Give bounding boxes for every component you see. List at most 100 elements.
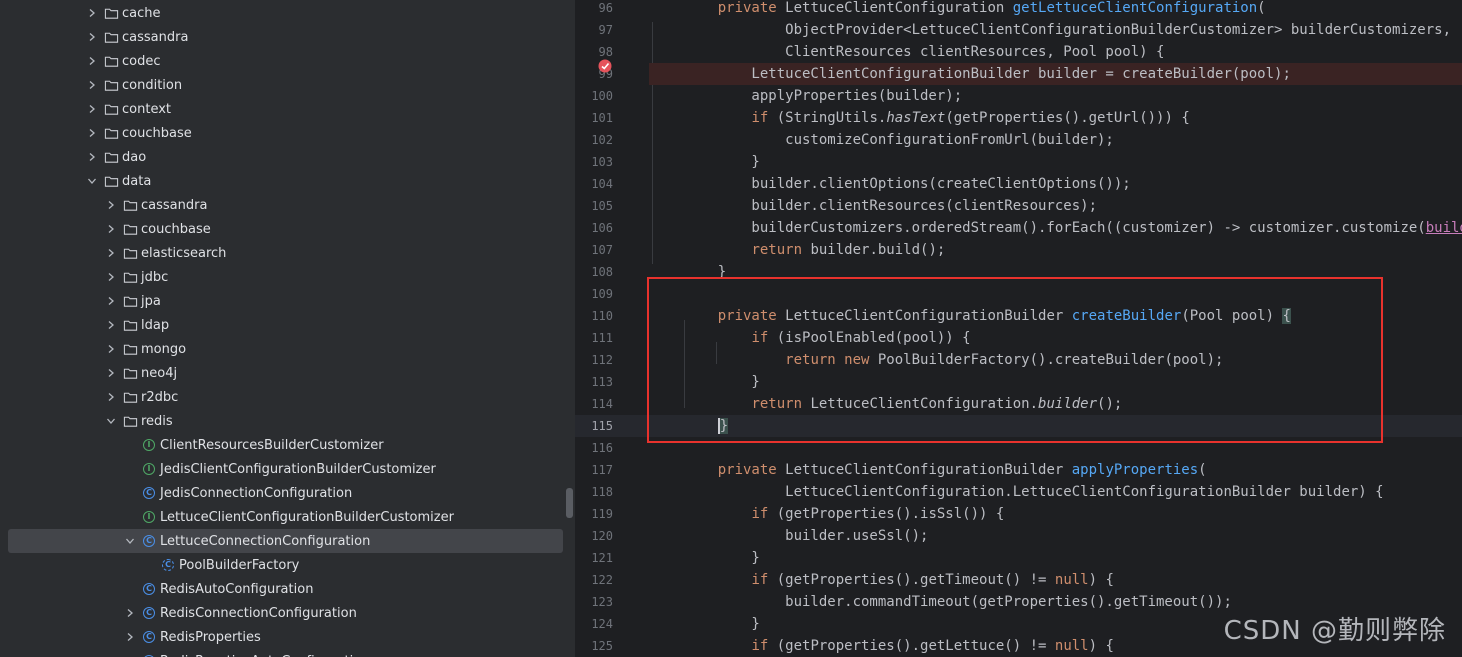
- tree-item-lettuceclientconfigurationbuildercustomizer[interactable]: I LettuceClientConfigurationBuilderCustom…: [0, 505, 575, 529]
- chevron-down-icon[interactable]: [84, 173, 100, 189]
- tree-item-cassandra[interactable]: cassandra: [0, 25, 575, 49]
- code-editor[interactable]: 96 private LettuceClientConfiguration ge…: [575, 0, 1462, 657]
- code-line-98[interactable]: 98 ClientResources clientResources, Pool…: [575, 41, 1462, 63]
- line-number: 102: [591, 133, 613, 147]
- watermark: CSDN @勤则弊除: [1223, 616, 1446, 646]
- tree-item-neo4j[interactable]: neo4j: [0, 361, 575, 385]
- chevron-right-icon[interactable]: [84, 53, 100, 69]
- code-line-103[interactable]: 103 }: [575, 151, 1462, 173]
- code-line-100[interactable]: 100 applyProperties(builder);: [575, 85, 1462, 107]
- project-tree[interactable]: cache cassandra codec condition context couch…: [0, 0, 575, 657]
- chevron-right-icon[interactable]: [122, 605, 138, 621]
- code-line-119[interactable]: 119 if (getProperties().isSsl()) {: [575, 503, 1462, 525]
- chevron-right-icon[interactable]: [84, 77, 100, 93]
- line-number: 125: [591, 639, 613, 653]
- folder-icon: [122, 317, 138, 333]
- tree-item-poolbuilderfactory[interactable]: C PoolBuilderFactory: [0, 553, 575, 577]
- tree-item-codec[interactable]: codec: [0, 49, 575, 73]
- tree-scrollbar[interactable]: [566, 488, 573, 518]
- class-icon: C: [141, 533, 157, 549]
- code-line-118[interactable]: 118 LettuceClientConfiguration.LettuceCl…: [575, 481, 1462, 503]
- tree-item-label: context: [122, 101, 171, 117]
- tree-item-jedisclientconfigurationbuildercustomizer[interactable]: I JedisClientConfigurationBuilderCustomiz…: [0, 457, 575, 481]
- tree-item-elasticsearch[interactable]: elasticsearch: [0, 241, 575, 265]
- folder-icon: [103, 149, 119, 165]
- code-text: customizeConfigurationFromUrl(builder);: [684, 132, 1114, 148]
- chevron-right-icon[interactable]: [84, 125, 100, 141]
- code-line-107[interactable]: 107 return builder.build();: [575, 239, 1462, 261]
- chevron-right-icon[interactable]: [122, 629, 138, 645]
- tree-item-label: RedisProperties: [160, 629, 261, 645]
- code-line-96[interactable]: 96 private LettuceClientConfiguration ge…: [575, 0, 1462, 19]
- tree-item-couchbase[interactable]: couchbase: [0, 121, 575, 145]
- tree-item-redisreactiveautoconfiguration[interactable]: CRedisReactiveAutoConfiguration: [0, 649, 575, 657]
- chevron-right-icon[interactable]: [103, 365, 119, 381]
- code-line-117[interactable]: 117 private LettuceClientConfigurationBu…: [575, 459, 1462, 481]
- chevron-right-icon[interactable]: [103, 245, 119, 261]
- tree-item-label: elasticsearch: [141, 245, 227, 261]
- code-text: if (StringUtils.hasText(getProperties().…: [751, 110, 1190, 126]
- interface-icon: I: [141, 437, 157, 453]
- code-line-97[interactable]: 97 ObjectProvider<LettuceClientConfigura…: [575, 19, 1462, 41]
- code-line-121[interactable]: 121 }: [575, 547, 1462, 569]
- chevron-down-icon[interactable]: [122, 533, 138, 549]
- tree-item-redisconnectionconfiguration[interactable]: C RedisConnectionConfiguration: [0, 601, 575, 625]
- tree-item-dao[interactable]: dao: [0, 145, 575, 169]
- code-line-122[interactable]: 122 if (getProperties().getTimeout() != …: [575, 569, 1462, 591]
- class-icon: C: [141, 605, 157, 621]
- tree-item-redis[interactable]: redis: [0, 409, 575, 433]
- breakpoint-icon[interactable]: [598, 59, 612, 73]
- chevron-right-icon[interactable]: [103, 389, 119, 405]
- tree-item-couchbase[interactable]: couchbase: [0, 217, 575, 241]
- tree-item-r2dbc[interactable]: r2dbc: [0, 385, 575, 409]
- tree-item-ldap[interactable]: ldap: [0, 313, 575, 337]
- chevron-right-icon[interactable]: [103, 341, 119, 357]
- tree-item-label: RedisReactiveAutoConfiguration: [160, 654, 369, 657]
- code-text: private LettuceClientConfigurationBuilde…: [717, 462, 1207, 478]
- tree-item-cache[interactable]: cache: [0, 1, 575, 25]
- tree-item-jpa[interactable]: jpa: [0, 289, 575, 313]
- tree-item-data[interactable]: data: [0, 169, 575, 193]
- tree-item-jdbc[interactable]: jdbc: [0, 265, 575, 289]
- tree-item-label: couchbase: [141, 221, 211, 237]
- tree-item-clientresourcesbuildercustomizer[interactable]: I ClientResourcesBuilderCustomizer: [0, 433, 575, 457]
- chevron-right-icon[interactable]: [103, 197, 119, 213]
- tree-item-label: couchbase: [122, 125, 192, 141]
- tree-item-context[interactable]: context: [0, 97, 575, 121]
- code-line-106[interactable]: 106 builderCustomizers.orderedStream().f…: [575, 217, 1462, 239]
- chevron-right-icon[interactable]: [84, 101, 100, 117]
- chevron-right-icon[interactable]: [84, 29, 100, 45]
- tree-item-label: cassandra: [122, 29, 189, 45]
- chevron-right-icon[interactable]: [84, 5, 100, 21]
- chevron-right-icon[interactable]: [103, 317, 119, 333]
- line-number: 120: [591, 529, 613, 543]
- code-line-99[interactable]: 99 LettuceClientConfigurationBuilder bui…: [575, 63, 1462, 85]
- line-number: 114: [591, 397, 613, 411]
- tree-item-label: mongo: [141, 341, 187, 357]
- code-line-120[interactable]: 120 builder.useSsl();: [575, 525, 1462, 547]
- chevron-right-icon[interactable]: [103, 293, 119, 309]
- code-line-104[interactable]: 104 builder.clientOptions(createClientOp…: [575, 173, 1462, 195]
- code-text: LettuceClientConfigurationBuilder builde…: [684, 66, 1291, 82]
- tree-item-condition[interactable]: condition: [0, 73, 575, 97]
- chevron-right-icon[interactable]: [84, 149, 100, 165]
- tree-item-mongo[interactable]: mongo: [0, 337, 575, 361]
- code-line-105[interactable]: 105 builder.clientResources(clientResour…: [575, 195, 1462, 217]
- tree-item-label: jpa: [141, 293, 161, 309]
- line-number: 115: [591, 419, 613, 433]
- tree-item-lettuceconnectionconfiguration[interactable]: C LettuceConnectionConfiguration: [0, 529, 575, 553]
- chevron-right-icon[interactable]: [103, 221, 119, 237]
- tree-item-label: redis: [141, 413, 173, 429]
- code-line-102[interactable]: 102 customizeConfigurationFromUrl(builde…: [575, 129, 1462, 151]
- tree-item-label: LettuceConnectionConfiguration: [160, 533, 371, 549]
- tree-item-cassandra[interactable]: cassandra: [0, 193, 575, 217]
- chevron-right-icon[interactable]: [103, 269, 119, 285]
- code-text: ObjectProvider<LettuceClientConfiguratio…: [684, 22, 1452, 38]
- code-line-101[interactable]: 101 if (StringUtils.hasText(getPropertie…: [575, 107, 1462, 129]
- chevron-down-icon[interactable]: [103, 413, 119, 429]
- tree-item-label: neo4j: [141, 365, 178, 381]
- tree-item-redisproperties[interactable]: C RedisProperties: [0, 625, 575, 649]
- tree-item-jedisconnectionconfiguration[interactable]: C JedisConnectionConfiguration: [0, 481, 575, 505]
- tree-item-redisautoconfiguration[interactable]: C RedisAutoConfiguration: [0, 577, 575, 601]
